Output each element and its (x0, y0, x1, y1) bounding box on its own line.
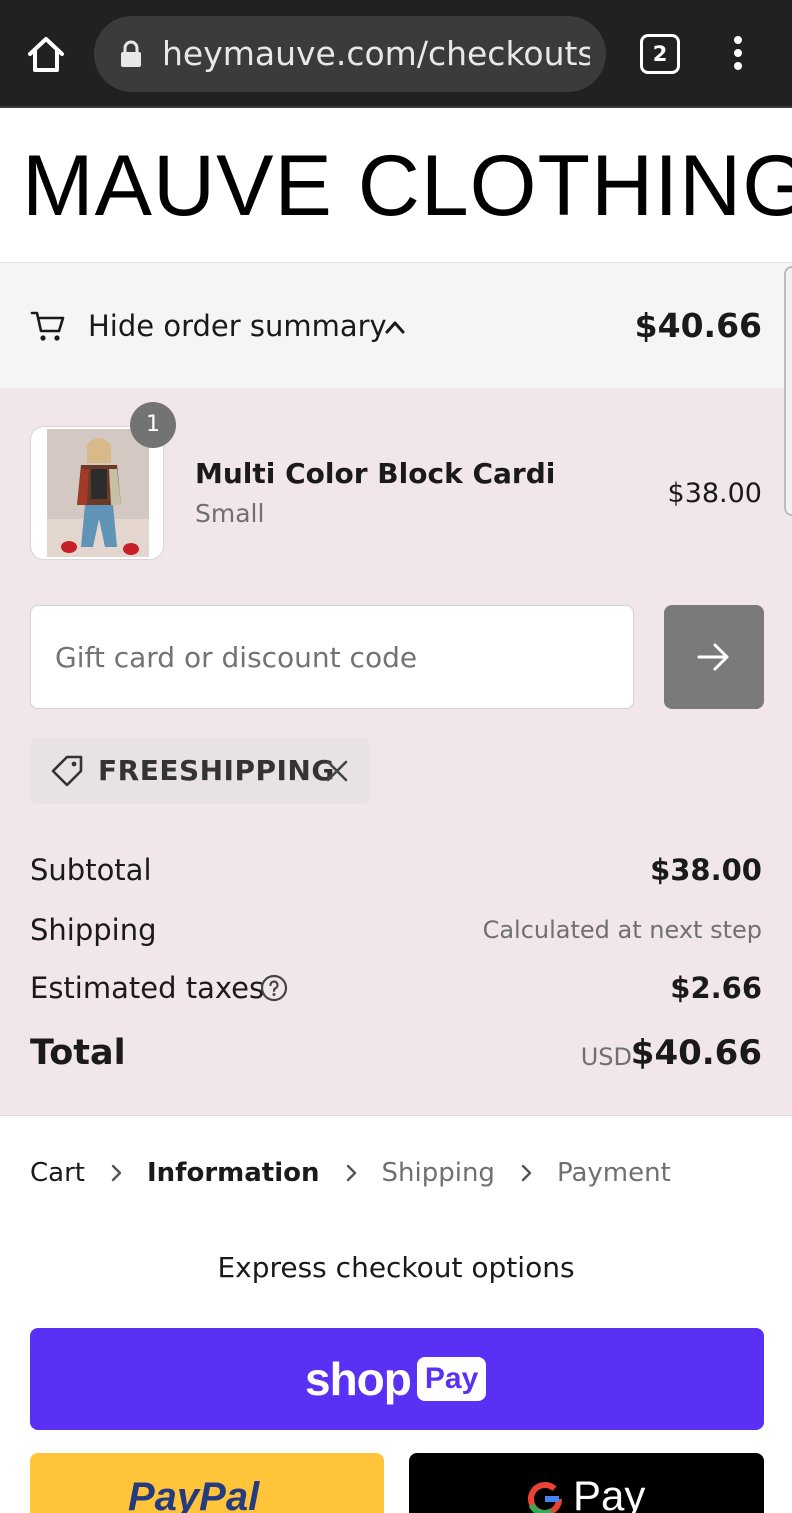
help-icon[interactable] (260, 974, 288, 1002)
total-value: $40.66 (630, 1033, 762, 1073)
shop-pay-pay-word: Pay (416, 1357, 487, 1401)
breadcrumb-information: Information (146, 1158, 320, 1188)
subtotal-label: Subtotal (30, 853, 152, 887)
tab-switcher-icon[interactable]: 2 (640, 34, 680, 74)
shop-pay-logo: shop Pay (305, 1353, 487, 1405)
express-checkout-title: Express checkout options (217, 1251, 575, 1284)
order-summary-toggle-label: Hide order summary (88, 309, 387, 343)
breadcrumb-cart[interactable]: Cart (30, 1150, 85, 1196)
discount-code-input[interactable] (30, 605, 634, 709)
order-summary-toggle[interactable]: Hide order summary $40.66 (0, 262, 792, 388)
currency-code: USD (580, 1043, 632, 1071)
store-header: MAUVE CLOTHING (0, 110, 792, 262)
subtotal-value: $38.00 (650, 853, 762, 887)
checkout-breadcrumb: Cart Information Shipping Payment (30, 1150, 671, 1196)
browser-toolbar: heymauve.com/checkouts/c/ 2 (0, 0, 792, 108)
shop-pay-button[interactable]: shop Pay (30, 1328, 764, 1430)
chevron-right-icon (346, 1164, 356, 1182)
breadcrumb-shipping: Shipping (381, 1158, 495, 1188)
tag-icon (51, 755, 83, 787)
shop-pay-shop-word: shop (305, 1353, 412, 1405)
google-pay-button[interactable]: Pay (409, 1453, 764, 1513)
product-variant: Small (195, 499, 265, 528)
lock-icon (121, 40, 141, 67)
paypal-button[interactable]: PayPal (30, 1453, 384, 1513)
taxes-value: $2.66 (670, 971, 762, 1005)
store-logo[interactable]: MAUVE CLOTHING (22, 140, 792, 232)
close-icon[interactable] (324, 758, 350, 784)
taxes-label: Estimated taxes (30, 971, 265, 1005)
url-text: heymauve.com/checkouts/c/ (162, 34, 590, 73)
shipping-label: Shipping (30, 913, 157, 947)
url-bar[interactable]: heymauve.com/checkouts/c/ (94, 16, 606, 92)
scrollbar-handle[interactable] (784, 266, 792, 516)
home-icon[interactable] (24, 32, 68, 76)
chevron-right-icon (111, 1164, 122, 1182)
paypal-logo: PayPal (128, 1475, 260, 1513)
shipping-value: Calculated at next step (482, 916, 762, 944)
cart-icon (30, 311, 65, 341)
product-image (47, 429, 149, 557)
chevron-right-icon (521, 1164, 532, 1182)
product-name: Multi Color Block Cardi (195, 457, 556, 490)
google-g-icon (528, 1482, 562, 1513)
order-summary-total: $40.66 (634, 306, 762, 345)
product-price: $38.00 (667, 478, 762, 509)
total-label: Total (30, 1033, 126, 1073)
arrow-right-icon (697, 643, 729, 671)
google-pay-label: Pay (573, 1472, 646, 1513)
chevron-up-icon (385, 321, 405, 334)
order-summary: 1 Multi Color Block Cardi Small $38.00 F… (0, 388, 792, 1116)
applied-discount-code: FREESHIPPING (98, 754, 335, 787)
applied-discount-tag: FREESHIPPING (30, 738, 370, 804)
breadcrumb-payment: Payment (556, 1158, 671, 1188)
apply-discount-button[interactable] (664, 605, 764, 709)
overflow-menu-icon[interactable] (726, 36, 750, 76)
quantity-badge: 1 (130, 402, 176, 448)
